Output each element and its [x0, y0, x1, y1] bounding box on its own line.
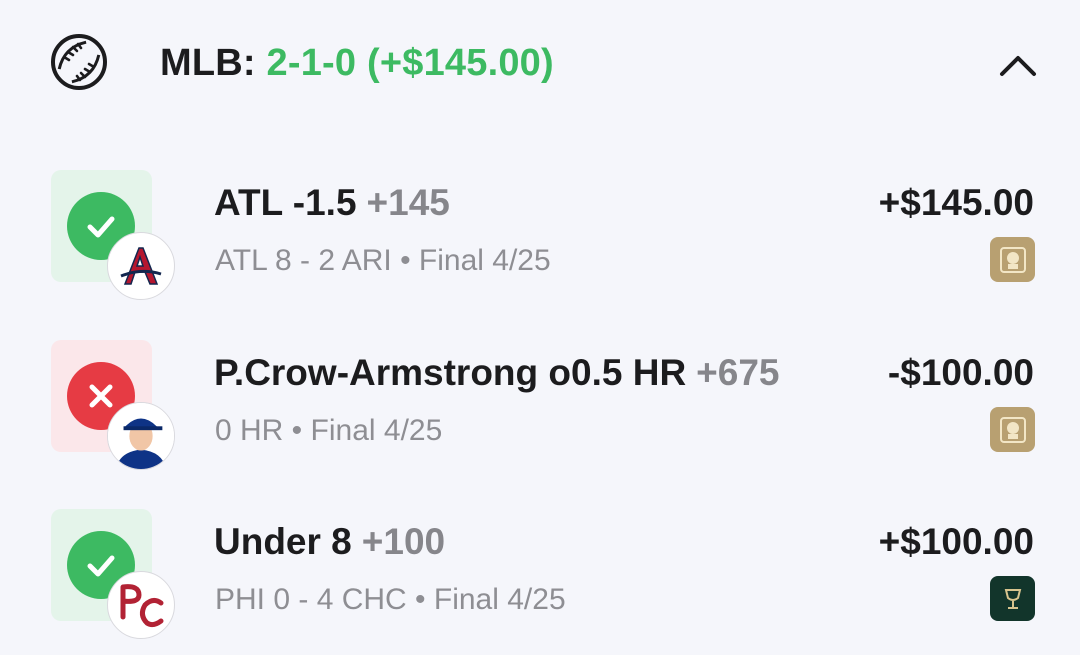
bet-result: 0 HR • Final 4/25: [215, 414, 443, 447]
gold-book-icon: [990, 407, 1035, 452]
bet-amount: -$100.00: [887, 352, 1034, 393]
bet-title: Under 8 +100: [214, 521, 445, 563]
bet-selection: Under 8: [214, 521, 352, 562]
gold-book-icon: [990, 237, 1035, 282]
bet-selection: ATL -1.5: [214, 182, 357, 223]
bet-selection: P.Crow-Armstrong o0.5 HR: [214, 352, 687, 393]
league-name: MLB:: [160, 42, 256, 84]
dark-book-icon: [990, 576, 1035, 621]
league-title: MLB: 2-1-0 (+$145.00): [160, 42, 554, 85]
bet-odds: +100: [361, 521, 446, 562]
league-record: 2-1-0 (+$145.00): [266, 42, 554, 84]
phillies-logo: [107, 571, 175, 639]
braves-logo: [107, 232, 175, 300]
bet-odds: +675: [696, 352, 780, 393]
bet-amount: +$145.00: [878, 182, 1034, 223]
player-headshot: [107, 402, 175, 470]
bet-row[interactable]: ATL -1.5 +145 ATL 8 - 2 ARI • Final 4/25 …: [0, 170, 1080, 320]
bet-title: P.Crow-Armstrong o0.5 HR +675: [214, 352, 780, 394]
bet-result: PHI 0 - 4 CHC • Final 4/25: [215, 583, 566, 616]
chevron-up-icon[interactable]: [996, 46, 1040, 82]
bet-title: ATL -1.5 +145: [214, 182, 450, 224]
league-header[interactable]: MLB: 2-1-0 (+$145.00): [0, 0, 1080, 130]
baseball-icon: [51, 34, 107, 90]
bet-odds: +145: [366, 182, 450, 223]
bet-row[interactable]: Under 8 +100 PHI 0 - 4 CHC • Final 4/25 +…: [0, 509, 1080, 655]
bet-amount: +$100.00: [878, 521, 1034, 562]
bet-row[interactable]: P.Crow-Armstrong o0.5 HR +675 0 HR • Fina…: [0, 340, 1080, 490]
bet-result: ATL 8 - 2 ARI • Final 4/25: [215, 244, 551, 277]
